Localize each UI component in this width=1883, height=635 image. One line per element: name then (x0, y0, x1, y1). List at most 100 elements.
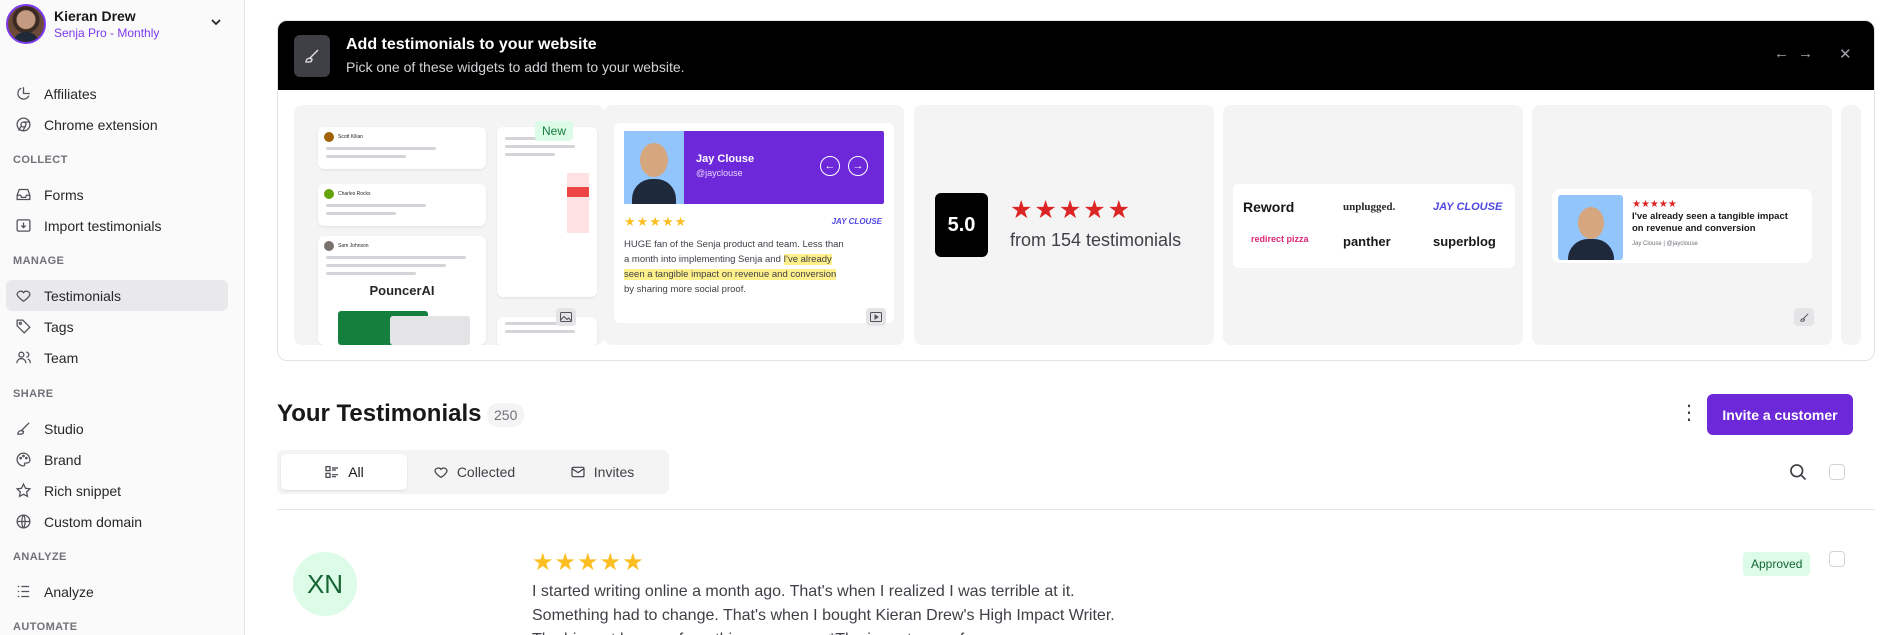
sidebar-item-team[interactable]: Team (6, 342, 228, 373)
tab-label: Invites (593, 464, 635, 480)
sidebar-item-analyze[interactable]: Analyze (6, 576, 228, 607)
widget-card-next[interactable] (1841, 105, 1861, 345)
chart-pie-icon (14, 85, 32, 103)
search-icon[interactable] (1788, 462, 1808, 487)
sidebar-item-label: Affiliates (44, 85, 97, 102)
rating-stars: ★★★★★ (1010, 196, 1133, 224)
logo-panther: panther (1343, 234, 1391, 249)
sidebar-item-label: Team (44, 349, 79, 366)
sidebar-item-studio[interactable]: Studio (6, 413, 228, 444)
filter-tabs: All Collected Invites (277, 450, 669, 494)
logo-jay-clouse: JAY CLOUSE (1433, 201, 1503, 213)
section-label-share: SHARE (13, 388, 54, 400)
widget-picker-title: Add testimonials to your website (346, 36, 597, 53)
sidebar: Kieran Drew Senja Pro - Monthly Affiliat… (0, 0, 245, 635)
import-icon (14, 217, 32, 235)
widget-card-carousel[interactable]: Jay Clouse @jayclouse ← → ★★★★★ JAY CLOU… (604, 105, 904, 345)
brush-icon (1794, 308, 1814, 326)
select-all-checkbox[interactable] (1829, 464, 1845, 480)
invite-customer-button[interactable]: Invite a customer (1707, 394, 1853, 435)
mini-testimonial (497, 127, 597, 297)
image-icon (556, 308, 576, 326)
status-badge: Approved (1743, 552, 1811, 576)
widget-picker-subtitle: Pick one of these widgets to add them to… (346, 59, 685, 75)
testimonial-text: I started writing online a month ago. Th… (532, 583, 1115, 635)
sidebar-item-label: Import testimonials (44, 217, 162, 234)
mini-testimonial: Scott Kilian (318, 127, 486, 169)
star-icon (14, 482, 32, 500)
widget-card-single[interactable]: ★★★★★ I've already seen a tangible impac… (1532, 105, 1832, 345)
play-icon (866, 308, 886, 326)
single-quote: I've already seen a tangible impact on r… (1632, 211, 1788, 234)
brush-icon (14, 420, 32, 438)
widget-card-logos[interactable]: Reword unplugged. JAY CLOUSE redirect pi… (1223, 105, 1523, 345)
avatar: XN (293, 552, 357, 616)
users-icon (14, 349, 32, 367)
wall-name: Charles Rocks (338, 191, 371, 197)
sidebar-item-affiliates[interactable]: Affiliates (6, 78, 228, 109)
carousel-handle: @jayclouse (696, 168, 743, 178)
sidebar-item-testimonials[interactable]: Testimonials (6, 280, 228, 311)
sidebar-item-chrome-extension[interactable]: Chrome extension (6, 109, 228, 140)
section-label-automate: AUTOMATE (13, 621, 78, 633)
sidebar-item-label: Forms (44, 186, 84, 203)
sidebar-item-label: Rich snippet (44, 482, 122, 499)
rating-stars: ★★★★★ (624, 214, 688, 229)
carousel-quote: HUGE fan of the Senja product and team. … (624, 239, 844, 295)
rating-score: 5.0 (935, 193, 988, 257)
carousel-banner: Jay Clouse @jayclouse ← → (624, 131, 884, 204)
more-options-icon[interactable]: ⋮ (1679, 403, 1699, 423)
sidebar-item-tags[interactable]: Tags (6, 311, 228, 342)
close-icon[interactable]: ✕ (1839, 45, 1852, 63)
arrow-left-icon: ← (820, 156, 840, 176)
sidebar-item-brand[interactable]: Brand (6, 444, 228, 475)
tab-invites[interactable]: Invites (539, 454, 665, 490)
sidebar-item-label: Studio (44, 420, 84, 437)
rating-stars: ★★★★★ (532, 549, 645, 576)
chevron-down-icon[interactable] (210, 16, 222, 31)
analyze-icon (14, 583, 32, 601)
section-label-collect: COLLECT (13, 154, 68, 166)
widget-picker-header: Add testimonials to your website Pick on… (278, 21, 1874, 90)
brush-icon (294, 34, 330, 77)
arrow-left-icon[interactable]: ← (1774, 45, 1789, 62)
row-checkbox[interactable] (1829, 551, 1845, 567)
profile-name: Kieran Drew (54, 7, 136, 24)
sidebar-item-label: Testimonials (44, 287, 122, 304)
profile-switcher[interactable]: Kieran Drew Senja Pro - Monthly (0, 0, 244, 47)
rating-subtext: from 154 testimonials (1010, 230, 1182, 250)
globe-icon (14, 513, 32, 531)
widget-picker: Add testimonials to your website Pick on… (277, 20, 1875, 361)
arrow-right-icon[interactable]: → (1798, 45, 1813, 62)
carousel-logo: JAY CLOUSE (831, 217, 882, 226)
wall-brand: PouncerAI (369, 283, 435, 298)
tab-all[interactable]: All (281, 454, 407, 490)
list-icon (324, 464, 340, 480)
sidebar-item-rich-snippet[interactable]: Rich snippet (6, 475, 228, 506)
chrome-icon (14, 116, 32, 134)
avatar (6, 3, 46, 44)
wall-name: Scott Kilian (338, 134, 364, 140)
sidebar-item-forms[interactable]: Forms (6, 179, 228, 210)
sidebar-item-custom-domain[interactable]: Custom domain (6, 506, 228, 537)
inbox-icon (14, 186, 32, 204)
widget-card-wall[interactable]: Scott Kilian Charles Rocks Sam Johnson P… (294, 105, 604, 345)
heart-icon (14, 287, 32, 305)
widget-cards: Scott Kilian Charles Rocks Sam Johnson P… (294, 105, 1874, 345)
sidebar-item-import-testimonials[interactable]: Import testimonials (6, 210, 228, 241)
main-content: Add testimonials to your website Pick on… (246, 0, 1883, 635)
tab-label: All (348, 464, 364, 480)
logo-unplugged: unplugged. (1343, 201, 1396, 213)
new-badge: New (535, 121, 574, 141)
tab-collected[interactable]: Collected (411, 454, 537, 490)
palette-icon (14, 451, 32, 469)
profile-plan: Senja Pro - Monthly (54, 25, 160, 40)
mail-icon (570, 464, 586, 480)
arrow-right-icon: → (848, 156, 868, 176)
widget-card-rating[interactable]: 5.0 ★★★★★ from 154 testimonials (914, 105, 1214, 345)
logo-superblog: superblog (1433, 234, 1496, 249)
avatar (624, 131, 684, 204)
logo-redirect-pizza: redirect pizza (1251, 234, 1309, 244)
wall-name: Sam Johnson (338, 243, 369, 249)
avatar (1558, 195, 1623, 260)
